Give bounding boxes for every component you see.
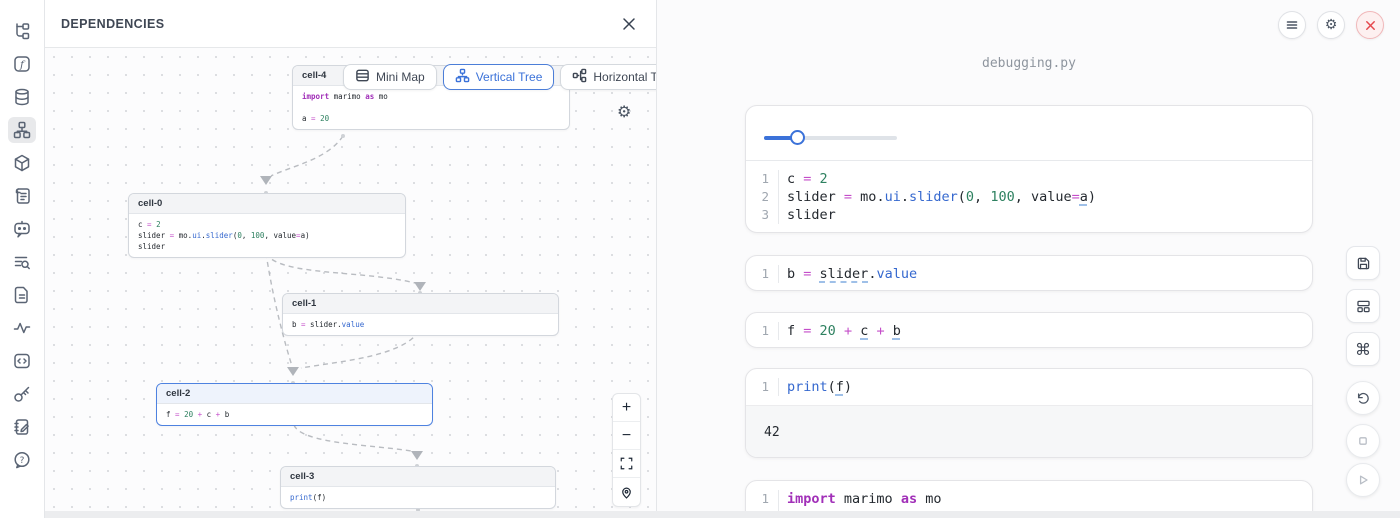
variables-icon[interactable]: f	[8, 51, 36, 77]
zoom-out-button[interactable]: −	[613, 422, 640, 450]
slider-widget[interactable]	[764, 136, 897, 140]
cell-output-area	[746, 106, 1312, 161]
packages-icon[interactable]	[8, 150, 36, 176]
notebook-cell[interactable]: 1 f = 20 + c + b	[745, 312, 1313, 348]
graph-node-title: cell-1	[283, 294, 558, 314]
file-explorer-icon[interactable]	[8, 18, 36, 44]
gear-icon: ⚙	[1325, 17, 1338, 33]
notebook-cell[interactable]: 123 c = 2slider = mo.ui.slider(0, 100, v…	[745, 105, 1313, 233]
shutdown-button[interactable]	[1356, 11, 1384, 39]
layout-icon	[1355, 298, 1372, 315]
vertical-tree-icon	[455, 68, 470, 86]
logs-icon[interactable]	[8, 249, 36, 275]
mini-map-label: Mini Map	[376, 70, 425, 84]
notebook-cell[interactable]: 1 print(f) 42	[745, 368, 1313, 458]
stop-button[interactable]	[1346, 424, 1380, 458]
dependencies-header: DEPENDENCIES	[45, 0, 656, 48]
code-editor[interactable]: f = 20 + c + b	[778, 322, 901, 340]
layout-toggle-button[interactable]	[1346, 289, 1380, 323]
cell-output-value: 42	[746, 405, 1312, 458]
close-icon	[1364, 19, 1377, 32]
fit-view-button[interactable]	[613, 450, 640, 478]
notebook-cell[interactable]: 1 b = slider.value	[745, 255, 1313, 291]
line-numbers: 1	[746, 322, 778, 340]
graph-node-cell-1[interactable]: cell-1 b = slider.value	[282, 293, 559, 336]
lock-position-button[interactable]	[613, 478, 640, 506]
tracing-icon[interactable]	[8, 315, 36, 341]
dependency-graph-icon[interactable]	[8, 117, 36, 143]
line-numbers: 1	[746, 378, 778, 396]
undo-icon	[1355, 390, 1371, 406]
notebook-filename: debugging.py	[745, 56, 1313, 71]
code-editor[interactable]: b = slider.value	[778, 265, 917, 283]
close-panel-icon[interactable]	[618, 13, 640, 35]
graph-view-toolbar: Mini Map Vertical Tree Horizontal Tree	[343, 64, 656, 90]
graph-zoom-controls: + −	[612, 393, 641, 507]
zoom-in-button[interactable]: +	[613, 394, 640, 422]
horizontal-tree-icon	[572, 68, 587, 86]
notebook-menu-button[interactable]	[1278, 11, 1306, 39]
code-editor[interactable]: print(f)	[778, 378, 852, 396]
code-editor[interactable]: c = 2slider = mo.ui.slider(0, 100, value…	[778, 170, 1096, 224]
svg-text:f: f	[19, 59, 26, 71]
graph-node-title: cell-2	[157, 384, 432, 404]
notebook-settings-button[interactable]: ⚙	[1317, 11, 1345, 39]
run-button[interactable]	[1346, 463, 1380, 497]
stop-icon	[1355, 433, 1371, 449]
mini-map-icon	[355, 68, 370, 86]
notebook-side-controls: ⌘	[1346, 246, 1380, 375]
graph-node-cell-3[interactable]: cell-3 print(f)	[280, 466, 556, 509]
datasources-icon[interactable]	[8, 84, 36, 110]
documentation-icon[interactable]	[8, 183, 36, 209]
marimo-app: f ? DEPENDENCIES	[0, 0, 1400, 518]
help-icon[interactable]: ?	[8, 447, 36, 473]
graph-node-title: cell-3	[281, 467, 555, 487]
graph-node-code: c = 2slider = mo.ui.slider(0, 100, value…	[129, 214, 405, 257]
dependency-graph-canvas[interactable]: cell-4 import marimo as mo a = 20 cell-0…	[45, 48, 656, 518]
hamburger-icon	[1285, 18, 1299, 32]
svg-text:?: ?	[20, 456, 25, 466]
horizontal-tree-button[interactable]: Horizontal Tree	[560, 64, 656, 90]
dependencies-panel: DEPENDENCIES	[45, 0, 657, 518]
save-icon	[1355, 255, 1372, 272]
graph-node-cell-0[interactable]: cell-0 c = 2slider = mo.ui.slider(0, 100…	[128, 193, 406, 258]
graph-node-code: f = 20 + c + b	[157, 404, 432, 425]
graph-node-code: import marimo as mo a = 20	[293, 86, 569, 129]
graph-node-code: b = slider.value	[283, 314, 558, 335]
graph-node-cell-2[interactable]: cell-2 f = 20 + c + b	[156, 383, 433, 426]
vertical-tree-label: Vertical Tree	[476, 70, 543, 84]
secrets-icon[interactable]	[8, 381, 36, 407]
dependencies-title: DEPENDENCIES	[61, 17, 164, 31]
line-numbers: 123	[746, 170, 778, 224]
slider-handle[interactable]	[790, 130, 805, 145]
outline-icon[interactable]	[8, 348, 36, 374]
play-icon	[1355, 472, 1371, 488]
line-numbers: 1	[746, 265, 778, 283]
graph-node-code: print(f)	[281, 487, 555, 508]
snippets-icon[interactable]	[8, 282, 36, 308]
tool-rail: f ?	[0, 0, 45, 518]
vertical-tree-button[interactable]: Vertical Tree	[443, 64, 555, 90]
bottom-scrollbar[interactable]	[45, 511, 1400, 518]
undo-button[interactable]	[1346, 381, 1380, 415]
save-button[interactable]	[1346, 246, 1380, 280]
horizontal-tree-label: Horizontal Tree	[593, 70, 656, 84]
graph-node-title: cell-0	[129, 194, 405, 214]
mini-map-button[interactable]: Mini Map	[343, 64, 437, 90]
notebook-pane: ⚙ debugging.py 123 c = 2slider = mo.ui.s…	[657, 0, 1400, 518]
keyboard-shortcuts-button[interactable]: ⌘	[1346, 332, 1380, 366]
ai-chat-icon[interactable]	[8, 216, 36, 242]
scratchpad-icon[interactable]	[8, 414, 36, 440]
command-icon: ⌘	[1355, 340, 1371, 359]
graph-settings-gear-icon[interactable]: ⚙	[617, 102, 631, 121]
